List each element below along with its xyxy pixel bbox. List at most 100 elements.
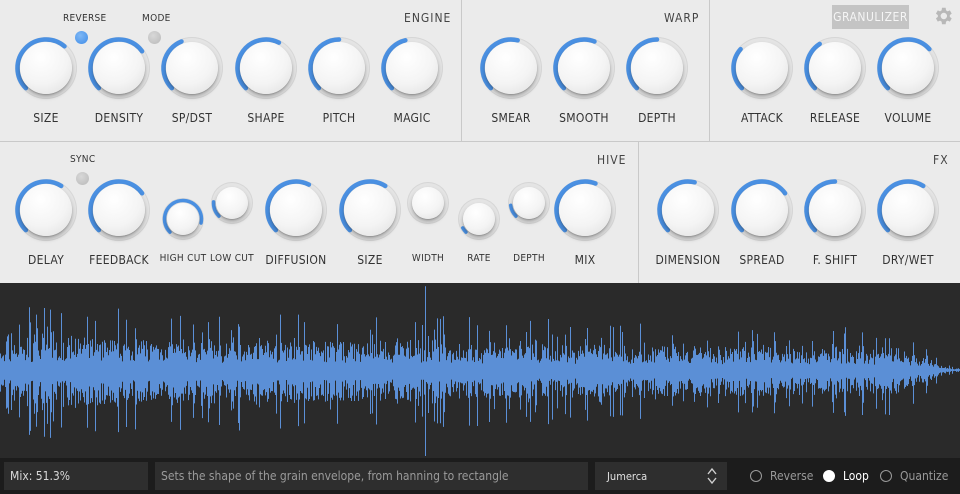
attack-knob[interactable] xyxy=(728,34,796,102)
dimension-knob-label: DIMENSION xyxy=(655,253,721,267)
knob-cap xyxy=(167,203,199,235)
shape-knob-label: SHAPE xyxy=(247,111,285,125)
knob-cap xyxy=(736,184,788,236)
rate-knob[interactable] xyxy=(455,195,503,243)
knob-cap xyxy=(240,42,292,94)
reverse-option[interactable]: Reverse xyxy=(750,469,813,483)
fx-title: FX xyxy=(933,153,949,167)
value-readout: Mix: 51.3% xyxy=(4,462,148,490)
warp-depth-knob-label: DEPTH xyxy=(638,111,676,125)
knob-cap xyxy=(93,42,145,94)
spread-knob-label: SPREAD xyxy=(739,253,785,267)
spdst-knob-label: SP/DST xyxy=(171,111,213,125)
release-knob-label: RELEASE xyxy=(809,111,861,125)
quantize-option-label: Quantize xyxy=(900,469,949,483)
magic-knob-label: MAGIC xyxy=(393,111,431,125)
knob-cap xyxy=(736,42,788,94)
dry-wet-knob[interactable] xyxy=(874,176,942,244)
spread-knob[interactable] xyxy=(728,176,796,244)
hive-size-knob[interactable] xyxy=(336,176,404,244)
size-knob-label: SIZE xyxy=(33,111,59,125)
delay-knob-label: DELAY xyxy=(28,253,64,267)
mode-led-label: MODE xyxy=(142,13,171,24)
warp-title: WARP xyxy=(664,11,700,25)
reverse-option-label: Reverse xyxy=(770,469,814,483)
volume-knob[interactable] xyxy=(874,34,942,102)
preset-name: Jumerca xyxy=(607,469,648,483)
knob-cap xyxy=(20,42,72,94)
diffusion-knob-label: DIFFUSION xyxy=(265,253,327,267)
knob-cap xyxy=(344,184,396,236)
high-cut-knob[interactable] xyxy=(159,195,207,243)
quantize-option[interactable]: Quantize xyxy=(880,469,948,483)
knob-cap xyxy=(558,42,610,94)
knob-cap xyxy=(559,184,611,236)
diffusion-knob[interactable] xyxy=(262,176,330,244)
knob-cap xyxy=(662,184,714,236)
waveform xyxy=(0,286,960,456)
warp-depth-knob[interactable] xyxy=(623,34,691,102)
help-text: Sets the shape of the grain envelope, fr… xyxy=(155,462,588,490)
divider xyxy=(638,142,639,283)
knob-cap xyxy=(463,203,495,235)
gear-icon[interactable] xyxy=(932,5,954,27)
updown-arrows-icon xyxy=(707,467,717,485)
waveform-path xyxy=(0,286,960,456)
f-shift-knob-label: F. SHIFT xyxy=(812,253,858,267)
delay-knob[interactable] xyxy=(12,176,80,244)
hive-title: HIVE xyxy=(597,153,627,167)
status-bar: Mix: 51.3% Sets the shape of the grain e… xyxy=(0,458,960,494)
granulizer-button[interactable]: GRANULIZER xyxy=(832,5,909,29)
width-knob[interactable] xyxy=(404,179,452,227)
divider xyxy=(0,141,960,142)
waveform-display[interactable] xyxy=(0,283,960,458)
volume-knob-label: VOLUME xyxy=(884,111,932,125)
smooth-knob-label: SMOOTH xyxy=(559,111,609,125)
spdst-knob[interactable] xyxy=(158,34,226,102)
divider xyxy=(461,0,462,141)
loop-option-label: Loop xyxy=(843,469,869,483)
size-knob[interactable] xyxy=(12,34,80,102)
sync-led-label: SYNC xyxy=(70,154,96,165)
radio-icon xyxy=(823,470,835,482)
mix-knob-label: MIX xyxy=(574,253,596,267)
knob-cap xyxy=(485,42,537,94)
knob-cap xyxy=(631,42,683,94)
shape-knob[interactable] xyxy=(232,34,300,102)
radio-icon xyxy=(880,470,892,482)
reverse-led-label: REVERSE xyxy=(63,13,107,24)
smear-knob[interactable] xyxy=(477,34,545,102)
feedback-knob[interactable] xyxy=(85,176,153,244)
knob-cap xyxy=(882,42,934,94)
knob-cap xyxy=(216,187,248,219)
knob-cap xyxy=(882,184,934,236)
radio-icon xyxy=(750,470,762,482)
smooth-knob[interactable] xyxy=(550,34,618,102)
knob-cap xyxy=(809,184,861,236)
release-knob[interactable] xyxy=(801,34,869,102)
loop-option[interactable]: Loop xyxy=(823,469,869,483)
knob-cap xyxy=(270,184,322,236)
knob-cap xyxy=(166,42,218,94)
dimension-knob[interactable] xyxy=(654,176,722,244)
dry-wet-knob-label: DRY/WET xyxy=(882,253,934,267)
knob-cap xyxy=(412,187,444,219)
mix-knob[interactable] xyxy=(551,176,619,244)
density-knob[interactable] xyxy=(85,34,153,102)
knob-cap xyxy=(20,184,72,236)
knob-cap xyxy=(313,42,365,94)
knob-cap xyxy=(93,184,145,236)
preset-selector[interactable]: Jumerca xyxy=(595,462,727,490)
pitch-knob-label: PITCH xyxy=(322,111,356,125)
pitch-knob[interactable] xyxy=(305,34,373,102)
engine-title: ENGINE xyxy=(404,11,452,25)
density-knob-label: DENSITY xyxy=(94,111,144,125)
f-shift-knob[interactable] xyxy=(801,176,869,244)
knob-cap xyxy=(386,42,438,94)
divider xyxy=(709,0,710,141)
smear-knob-label: SMEAR xyxy=(491,111,531,125)
low-cut-knob[interactable] xyxy=(208,179,256,227)
hive-depth-knob[interactable] xyxy=(505,179,553,227)
magic-knob[interactable] xyxy=(378,34,446,102)
knob-cap xyxy=(809,42,861,94)
